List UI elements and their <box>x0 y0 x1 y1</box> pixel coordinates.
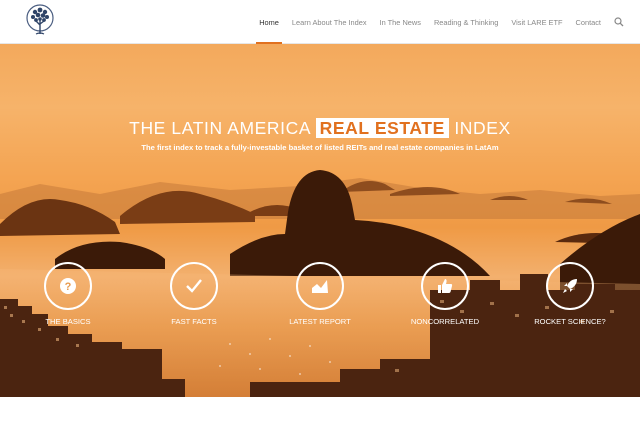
site-header: Home Learn About The Index In The News R… <box>0 0 640 44</box>
nav-visit-lare-etf[interactable]: Visit LARE ETF <box>511 0 562 44</box>
title-highlight: REAL ESTATE <box>315 118 449 138</box>
feature-circle[interactable] <box>421 262 469 310</box>
feature-circle[interactable] <box>546 262 594 310</box>
feature-latest-report[interactable]: LATEST REPORT <box>275 262 365 326</box>
feature-label: FAST FACTS <box>171 317 217 326</box>
feature-noncorrelated[interactable]: NONCORRELATED <box>400 262 490 326</box>
hero-title: THE LATIN AMERICA REAL ESTATE INDEX <box>0 118 640 139</box>
hero-banner: THE LATIN AMERICA REAL ESTATE INDEX The … <box>0 44 640 397</box>
area-chart-icon <box>312 280 328 293</box>
nav-in-the-news[interactable]: In The News <box>380 0 421 44</box>
feature-label: LATEST REPORT <box>289 317 351 326</box>
feature-label: THE BASICS <box>45 317 91 326</box>
below-hero-area <box>0 397 640 425</box>
title-part-after: INDEX <box>448 118 511 138</box>
feature-circle[interactable] <box>296 262 344 310</box>
nav-contact[interactable]: Contact <box>576 0 601 44</box>
nav-learn-about-index[interactable]: Learn About The Index <box>292 0 367 44</box>
feature-circle[interactable] <box>170 262 218 310</box>
feature-rocket-science[interactable]: ROCKET SCIENCE? <box>525 262 615 326</box>
main-nav: Home Learn About The Index In The News R… <box>246 0 624 44</box>
nav-home[interactable]: Home <box>256 0 282 44</box>
feature-the-basics[interactable]: ? THE BASICS <box>23 262 113 326</box>
rocket-icon <box>563 279 577 293</box>
question-icon: ? <box>60 278 76 294</box>
nav-reading-thinking[interactable]: Reading & Thinking <box>434 0 498 44</box>
feature-label: NONCORRELATED <box>410 317 480 326</box>
search-icon[interactable] <box>614 17 624 27</box>
tree-logo-icon[interactable] <box>24 3 56 41</box>
feature-label: ROCKET SCIENCE? <box>534 317 606 326</box>
rio-landscape-background <box>0 170 640 397</box>
feature-circle[interactable]: ? <box>44 262 92 310</box>
feature-fast-facts[interactable]: FAST FACTS <box>149 262 239 326</box>
svg-text:?: ? <box>65 281 72 293</box>
hero-subtitle: The first index to track a fully-investa… <box>141 143 499 152</box>
title-part-before: THE LATIN AMERICA <box>129 118 316 138</box>
thumbs-up-icon <box>438 279 453 293</box>
checkmark-icon <box>186 279 202 293</box>
